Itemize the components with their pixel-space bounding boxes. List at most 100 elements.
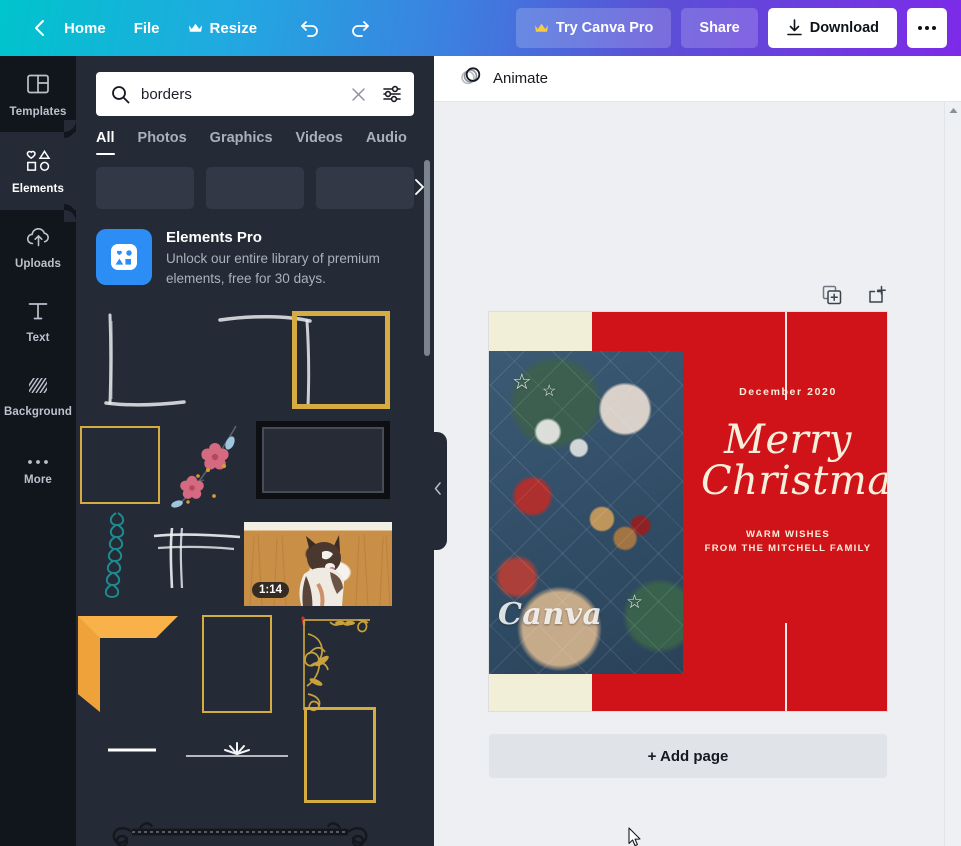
top-toolbar-left: Home File Resize [0,10,385,46]
filter-chip-row [76,155,434,209]
canva-editor-window: Home File Resize Try Canva Pro Share Dow… [0,0,961,846]
scroll-up-arrow-icon[interactable] [945,102,961,119]
elements-pro-text: Elements Pro Unlock our entire library o… [166,229,414,288]
redo-button[interactable] [335,10,385,46]
crown-icon [188,22,203,34]
tab-label: Photos [137,130,187,146]
download-icon [786,19,803,37]
page-wishes: WARM WISHES FROM THE MITCHELL FAMILY [689,528,887,557]
editor-area: Animate ☆ ☆ ☆ Canva December 2020 Merry … [434,56,961,846]
sidebar-item-label: Templates [9,105,67,118]
element-thumb-gold-frame-4[interactable] [304,707,376,804]
element-thumb-teal-vine[interactable] [102,509,146,609]
star-decoration-icon: ☆ [542,383,557,400]
resize-button[interactable]: Resize [174,12,272,45]
elements-panel: All Photos Graphics Videos Audio [76,56,434,846]
element-thumb-thin-divider[interactable] [78,742,186,758]
duplicate-page-icon[interactable] [821,284,843,306]
element-thumb-orange-corner[interactable] [78,616,180,714]
element-thumb-chalk-cross[interactable] [152,526,244,592]
download-button[interactable]: Download [767,8,897,48]
ellipsis-icon [917,25,937,31]
result-tabs: All Photos Graphics Videos Audio [76,116,434,155]
search-bar[interactable] [96,72,414,116]
home-button[interactable]: Home [50,12,120,45]
panel-collapse-handle[interactable] [429,432,447,550]
sidebar-item-text[interactable]: Text [0,284,76,358]
element-thumb-black-frame[interactable] [256,421,390,500]
tab-audio[interactable]: Audio [366,130,407,155]
tab-videos[interactable]: Videos [296,130,343,155]
wishes-line-1: WARM WISHES [746,528,830,540]
search-section [76,56,434,116]
sidebar-item-label: Elements [12,182,64,195]
tab-graphics[interactable]: Graphics [210,130,273,155]
elements-pro-icon [96,229,152,285]
share-label: Share [699,20,740,36]
tab-label: Audio [365,130,407,146]
left-sidebar: Templates Elements Uploads Text Backgrou… [0,56,76,846]
resize-label: Resize [209,19,258,37]
element-thumb-chalk-corner-bl[interactable] [100,311,200,416]
sidebar-item-background[interactable]: Background [0,358,76,432]
try-canva-pro-button[interactable]: Try Canva Pro [515,8,672,48]
try-canva-pro-label: Try Canva Pro [555,20,654,36]
element-thumb-ornate-bar[interactable] [100,822,380,846]
tab-label: All [96,130,115,146]
tab-photos[interactable]: Photos [138,130,187,155]
clear-search-icon[interactable] [348,84,369,105]
sidebar-item-label: Text [26,331,50,344]
sliders-icon[interactable] [379,81,405,107]
canva-watermark: Canva [498,597,603,632]
redo-icon [349,18,371,38]
chevron-left-icon [434,482,442,500]
sidebar-item-label: More [24,474,52,486]
home-label: Home [64,19,106,37]
text-icon [26,299,50,328]
element-thumb-gold-frame-3[interactable] [202,615,272,714]
more-options-button[interactable] [907,8,947,48]
add-page-button[interactable]: + Add page [489,734,887,778]
page-text-block[interactable]: December 2020 Merry Christmas! WARM WISH… [689,386,887,557]
design-page[interactable]: ☆ ☆ ☆ Canva December 2020 Merry Christma… [489,312,887,711]
tab-label: Graphics [209,130,273,146]
filter-chip[interactable] [96,167,194,209]
element-thumb-burst-divider[interactable] [184,734,290,764]
filter-chip[interactable] [316,167,414,209]
element-thumb-floral-branch[interactable] [168,422,260,510]
element-thumb-video-dog[interactable]: 1:14 [244,522,392,607]
panel-scrollbar-thumb[interactable] [424,160,430,356]
add-page-label: + Add page [647,747,729,765]
templates-icon [25,71,51,102]
sidebar-item-more[interactable]: More [0,432,76,506]
sidebar-item-elements[interactable]: Elements [0,120,76,222]
canvas-scrollbar[interactable] [944,102,961,846]
page-accent-top-left [489,312,592,351]
file-menu-button[interactable]: File [120,12,174,45]
animate-button[interactable]: Animate [452,60,556,97]
elements-icon [25,148,52,179]
page-tools [821,284,887,306]
element-thumb-gold-frame-1[interactable] [292,311,390,410]
wishes-line-2: FROM THE MITCHELL FAMILY [704,543,872,555]
page-rule-bottom [785,623,787,711]
sidebar-item-label: Background [3,405,73,418]
add-page-icon[interactable] [865,284,887,306]
file-label: File [133,19,160,37]
page-photo[interactable]: ☆ ☆ ☆ Canva [490,351,683,674]
search-results-grid: 1:14 [76,304,434,846]
video-duration-badge: 1:14 [252,582,290,599]
elements-pro-promo[interactable]: Elements Pro Unlock our entire library o… [76,209,434,288]
filter-chip[interactable] [206,167,304,209]
element-thumb-gold-flourish[interactable] [300,614,376,714]
element-thumb-gold-frame-2[interactable] [80,426,160,505]
undo-button[interactable] [285,10,335,46]
share-button[interactable]: Share [681,8,758,48]
tab-all[interactable]: All [96,130,115,155]
star-decoration-icon: ☆ [512,369,532,394]
star-decoration-icon: ☆ [626,592,644,613]
sidebar-item-uploads[interactable]: Uploads [0,210,76,284]
chevron-left-icon [32,19,46,37]
search-input[interactable] [141,85,340,103]
back-button[interactable] [18,11,50,45]
